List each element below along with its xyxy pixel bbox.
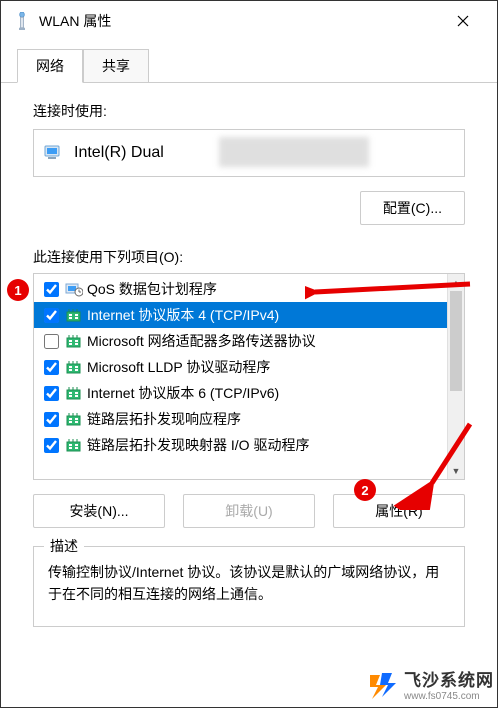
adapter-box[interactable]: Intel(R) Dual [33, 129, 465, 177]
items-label: 此连接使用下列项目(O): [33, 247, 465, 267]
connect-using-label: 连接时使用: [33, 101, 465, 121]
item-checkbox[interactable] [44, 334, 59, 349]
redacted-text [219, 137, 369, 167]
configure-button[interactable]: 配置(C)... [360, 191, 465, 225]
item-label: QoS 数据包计划程序 [87, 279, 217, 299]
tab-network[interactable]: 网络 [17, 49, 83, 83]
protocol-icon [65, 384, 83, 402]
item-checkbox[interactable] [44, 282, 59, 297]
item-checkbox[interactable] [44, 438, 59, 453]
adapter-icon [44, 143, 64, 163]
item-label: Internet 协议版本 6 (TCP/IPv6) [87, 383, 279, 403]
description-text: 传输控制协议/Internet 协议。该协议是默认的广域网络协议，用于在不同的相… [48, 561, 450, 606]
protocol-icon [65, 358, 83, 376]
protocol-icon [65, 332, 83, 350]
watermark-name: 飞沙系统网 [404, 671, 494, 691]
close-button[interactable] [441, 3, 485, 39]
item-label: 链路层拓扑发现映射器 I/O 驱动程序 [87, 435, 309, 455]
item-checkbox[interactable] [44, 360, 59, 375]
properties-dialog: WLAN 属性 网络 共享 连接时使用: Intel(R) Dual 配置(C)… [0, 0, 498, 708]
uninstall-button: 卸载(U) [183, 494, 315, 528]
watermark-logo-icon [366, 671, 396, 701]
watermark: 飞沙系统网 www.fs0745.com [366, 671, 494, 702]
item-checkbox[interactable] [44, 412, 59, 427]
protocol-icon [65, 306, 83, 324]
window-title: WLAN 属性 [39, 11, 441, 31]
watermark-url: www.fs0745.com [404, 691, 494, 703]
scheduler-icon [65, 280, 83, 298]
tab-share[interactable]: 共享 [83, 49, 149, 82]
item-checkbox[interactable] [44, 386, 59, 401]
adapter-name: Intel(R) Dual [74, 144, 164, 162]
tab-content: 连接时使用: Intel(R) Dual 配置(C)... 此连接使用下列项目(… [1, 83, 497, 637]
item-label: 链路层拓扑发现响应程序 [87, 409, 241, 429]
list-item[interactable]: Internet 协议版本 6 (TCP/IPv6) [34, 380, 464, 406]
annotation-arrow-2 [380, 420, 480, 510]
description-legend: 描述 [44, 536, 84, 556]
protocol-icon [65, 410, 83, 428]
wlan-icon [13, 12, 31, 30]
list-item[interactable]: Microsoft LLDP 协议驱动程序 [34, 354, 464, 380]
tab-strip: 网络 共享 [1, 45, 497, 83]
item-label: Microsoft LLDP 协议驱动程序 [87, 357, 270, 377]
item-checkbox[interactable] [44, 308, 59, 323]
annotation-arrow-1 [305, 280, 475, 314]
install-button[interactable]: 安装(N)... [33, 494, 165, 528]
item-label: Microsoft 网络适配器多路传送器协议 [87, 331, 316, 351]
description-group: 描述 传输控制协议/Internet 协议。该协议是默认的广域网络协议，用于在不… [33, 546, 465, 627]
protocol-icon [65, 436, 83, 454]
list-item[interactable]: Microsoft 网络适配器多路传送器协议 [34, 328, 464, 354]
item-label: Internet 协议版本 4 (TCP/IPv4) [87, 305, 279, 325]
titlebar: WLAN 属性 [1, 1, 497, 41]
